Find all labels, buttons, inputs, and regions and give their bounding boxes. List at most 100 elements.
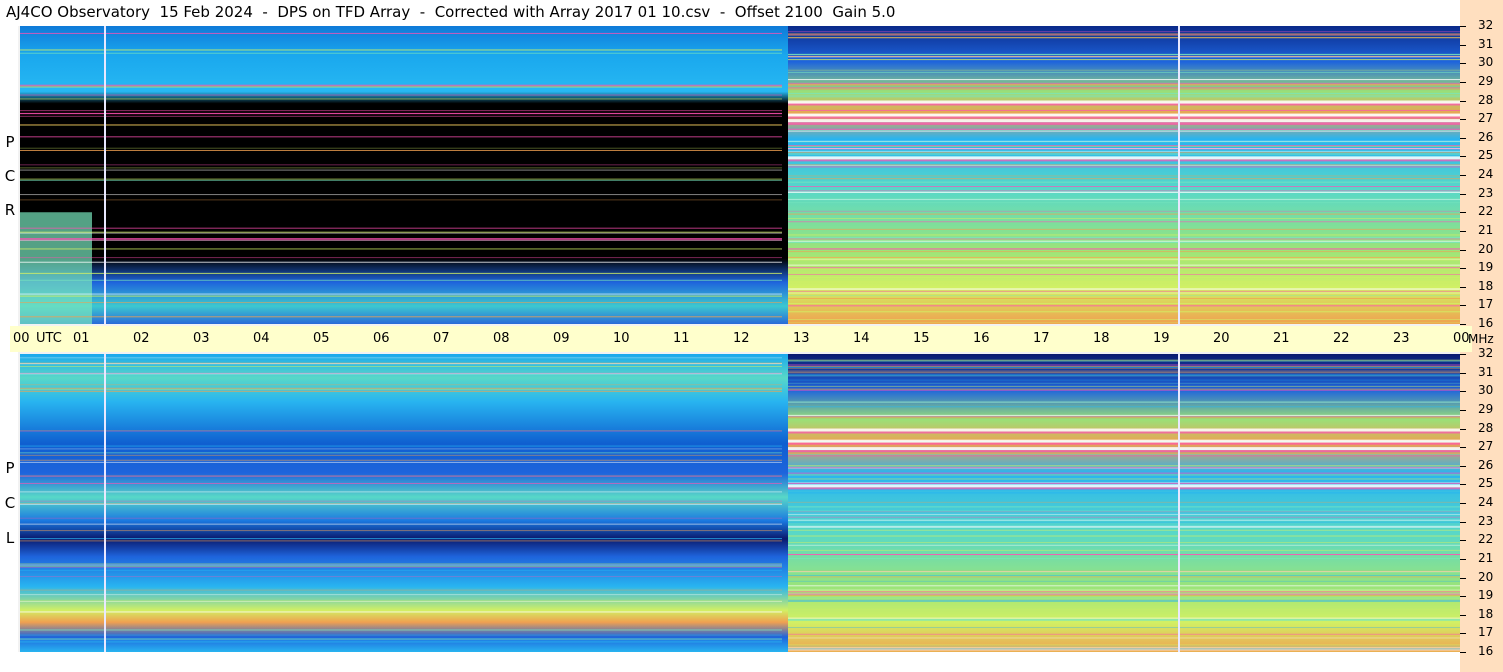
lcp-freq-streak (788, 506, 1460, 508)
time-tick: 05 (313, 331, 330, 346)
rcp-freq-streak (20, 178, 782, 180)
lcp-freq-streak (788, 637, 1460, 639)
lcp-freq-streak (788, 633, 1460, 635)
rcp-freq-streak (788, 202, 1460, 204)
lcp-freq-streak (788, 529, 1460, 531)
rcp-freq-streak (788, 71, 1460, 73)
mhz-tick-mark (1460, 194, 1466, 195)
mhz-tick-label: 23 (1478, 186, 1494, 200)
rcp-freq-streak (788, 290, 1460, 292)
rcp-freq-streak (20, 136, 782, 138)
rcp-freq-streak (788, 56, 1460, 58)
rcp-freq-streak (788, 268, 1460, 270)
time-tick: 02 (133, 331, 150, 346)
lcp-freq-streak (788, 359, 1460, 361)
lcp-freq-streak (788, 414, 1460, 416)
rcp-freq-streak (788, 148, 1460, 150)
mhz-tick-mark (1460, 633, 1466, 634)
mhz-tick-mark (1460, 540, 1466, 541)
rcp-interference-band (788, 116, 1460, 119)
lcp-freq-streak (788, 585, 1460, 587)
rcp-freq-streak (788, 281, 1460, 283)
mhz-tick-label: 26 (1478, 458, 1494, 472)
rcp-freq-streak (20, 169, 782, 171)
rcp-freq-streak (20, 232, 782, 234)
rcp-freq-streak (788, 213, 1460, 215)
lcp-freq-streak (20, 459, 782, 461)
mhz-tick-mark (1460, 373, 1466, 374)
time-tick: 06 (373, 331, 390, 346)
lcp-freq-streak (788, 544, 1460, 546)
rcp-freq-streak (788, 221, 1460, 223)
lcp-freq-streak (20, 594, 782, 596)
lcp-freq-streak (20, 390, 782, 392)
rcp-freq-streak (788, 267, 1460, 269)
lcp-freq-streak (20, 638, 782, 640)
lcp-interference-band (788, 447, 1460, 451)
lcp-freq-streak (788, 619, 1460, 621)
rcp-freq-streak (788, 238, 1460, 240)
mhz-tick-label: 23 (1478, 514, 1494, 528)
rcp-freq-streak (788, 210, 1460, 212)
time-tick: 01 (73, 331, 90, 346)
rcp-spectrogram-svg (20, 26, 1460, 324)
rcp-interference-band (788, 103, 1460, 106)
rcp-interference-band (788, 119, 1460, 123)
mhz-tick-mark (1460, 101, 1466, 102)
lcp-freq-streak (20, 640, 782, 642)
lcp-freq-streak (788, 492, 1460, 494)
rcp-freq-streak (788, 276, 1460, 278)
mhz-tick-label: 28 (1478, 421, 1494, 435)
lcp-freq-streak (20, 500, 782, 502)
mhz-tick-mark (1460, 63, 1466, 64)
mhz-tick-label: 25 (1478, 148, 1494, 162)
rcp-freq-streak (788, 79, 1460, 81)
rcp-freq-streak (20, 32, 782, 34)
lcp-freq-streak (788, 617, 1460, 619)
lcp-freq-streak (788, 526, 1460, 528)
mhz-tick-mark (1460, 391, 1466, 392)
lcp-freq-streak (788, 467, 1460, 469)
rcp-freq-streak (788, 319, 1460, 321)
rcp-freq-streak (788, 297, 1460, 299)
mhz-tick-label: 31 (1478, 37, 1494, 51)
rcp-freq-streak (20, 293, 782, 295)
rcp-freq-streak (788, 228, 1460, 230)
mhz-tick-label: 32 (1478, 18, 1494, 32)
lcp-freq-streak (20, 452, 782, 454)
mhz-tick-label: 26 (1478, 130, 1494, 144)
lcp-freq-streak (20, 566, 782, 568)
mhz-tick-mark (1460, 119, 1466, 120)
mhz-tick-label: 28 (1478, 93, 1494, 107)
lcp-freq-streak (788, 590, 1460, 592)
lcp-day-region (788, 354, 1460, 652)
mhz-tick-label: 17 (1478, 297, 1494, 311)
lcp-freq-streak (788, 519, 1460, 521)
rcp-freq-streak (20, 231, 782, 233)
time-tick: 22 (1333, 331, 1350, 346)
lcp-freq-streak (788, 489, 1460, 491)
lcp-interference-band (788, 428, 1460, 432)
rcp-freq-streak (20, 167, 782, 169)
rcp-freq-streak (20, 248, 782, 250)
lcp-vertical-gap-line (104, 354, 106, 652)
rcp-freq-streak (788, 128, 1460, 130)
mhz-tick-label: 16 (1478, 316, 1494, 330)
rcp-freq-streak (788, 234, 1460, 236)
pol-letter-bottom-1: P (5, 459, 15, 477)
time-axis-unit: UTC (36, 331, 62, 346)
lcp-spectrogram-svg (20, 354, 1460, 652)
lcp-freq-streak (20, 565, 782, 567)
mhz-tick-label: 29 (1478, 402, 1494, 416)
lcp-freq-streak (788, 574, 1460, 576)
rcp-freq-streak (788, 264, 1460, 266)
rcp-freq-streak (20, 316, 782, 318)
lcp-freq-streak (788, 416, 1460, 418)
lcp-freq-streak (20, 448, 782, 450)
lcp-freq-streak (788, 472, 1460, 474)
lcp-freq-streak (788, 417, 1460, 419)
rcp-freq-streak (788, 322, 1460, 324)
mhz-tick-mark (1460, 324, 1466, 325)
rcp-freq-streak (788, 292, 1460, 294)
mhz-tick-label: 24 (1478, 495, 1494, 509)
